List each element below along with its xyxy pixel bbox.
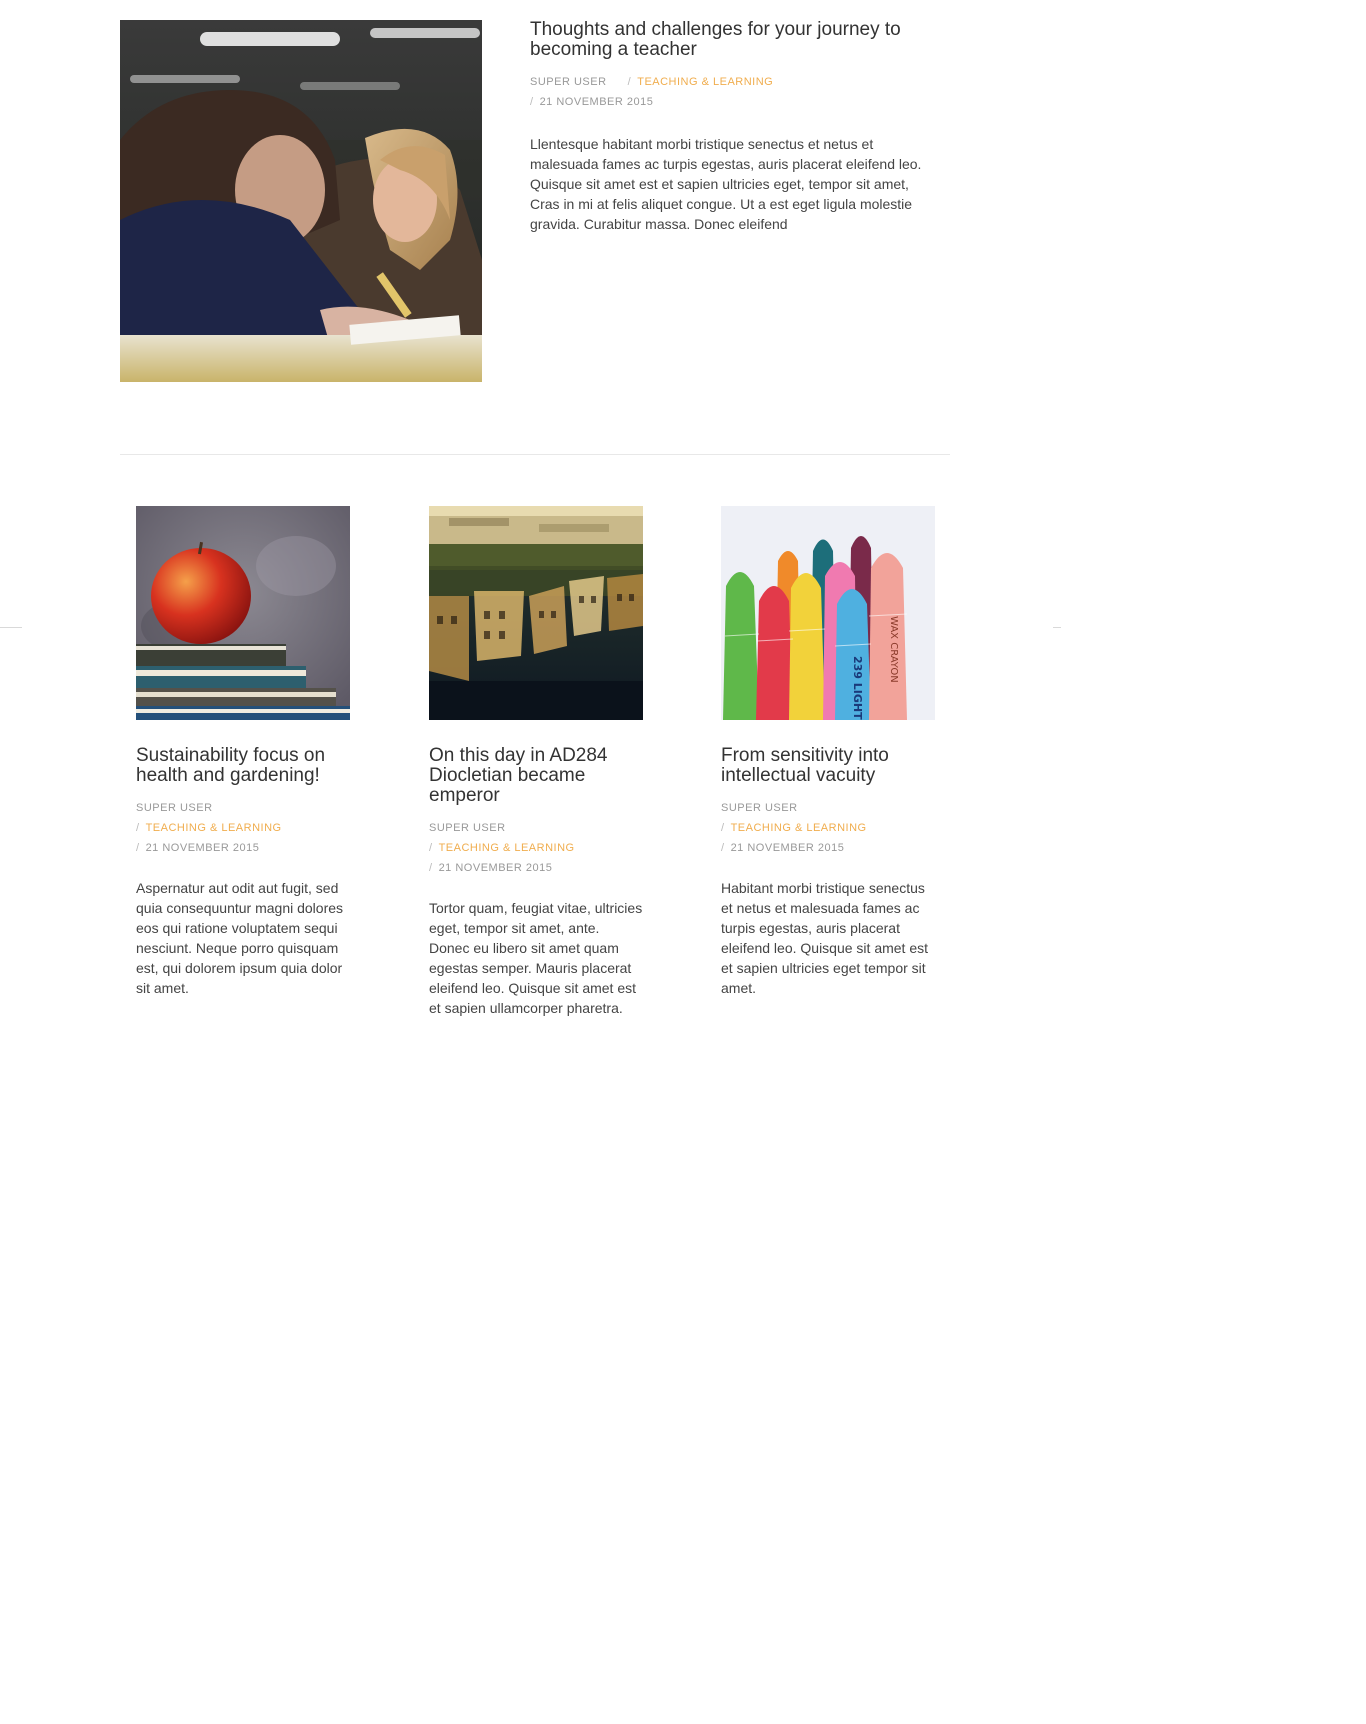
meta-separator: / (136, 842, 140, 854)
article-card-image[interactable] (429, 506, 643, 720)
article-author: SUPER USER (530, 76, 607, 88)
meta-separator: / (429, 842, 433, 854)
meta-separator: / (721, 842, 725, 854)
article-card-intro: Habitant morbi tristique senectus et net… (721, 880, 929, 996)
article-card-intro: Aspernatur aut odit aut fugit, sed quia … (136, 880, 344, 996)
article-date: 21 NOVEMBER 2015 (539, 96, 654, 108)
meta-separator: / (721, 822, 725, 834)
section-divider (120, 454, 950, 455)
river-reflection-photo (429, 506, 643, 720)
right-edge-mark (1053, 627, 1061, 628)
meta-separator: / (530, 96, 534, 108)
wax-crayons-photo: 239 LIGHT WAX CRAYON (721, 506, 935, 720)
featured-article-meta: SUPER USER / TEACHING & LEARNING / 21 NOVE… (530, 72, 940, 112)
article-card-meta: SUPER USER / TEACHING & LEARNING / 21 NOVE… (136, 798, 350, 858)
article-category-link[interactable]: TEACHING & LEARNING (146, 822, 282, 834)
article-card-image[interactable] (136, 506, 350, 720)
meta-separator: / (627, 76, 632, 88)
article-category-link[interactable]: TEACHING & LEARNING (637, 76, 773, 88)
article-date: 21 NOVEMBER 2015 (438, 862, 553, 874)
crayon-label: WAX CRAYON (888, 616, 899, 683)
left-edge-mark (0, 627, 22, 628)
article-date: 21 NOVEMBER 2015 (145, 842, 260, 854)
featured-article-image[interactable] (120, 20, 482, 382)
article-card-title[interactable]: On this day in AD284 Diocletian became e… (429, 746, 643, 806)
article-category-link[interactable]: TEACHING & LEARNING (439, 842, 575, 854)
meta-separator: / (429, 862, 433, 874)
students-writing-photo (120, 20, 482, 382)
article-category-link[interactable]: TEACHING & LEARNING (731, 822, 867, 834)
article-date: 21 NOVEMBER 2015 (730, 842, 845, 854)
article-card-image[interactable]: 239 LIGHT WAX CRAYON (721, 506, 935, 720)
featured-article-title[interactable]: Thoughts and challenges for your journey… (530, 20, 940, 60)
meta-separator: / (136, 822, 140, 834)
article-author: SUPER USER (721, 802, 798, 814)
featured-article-intro: Llentesque habitant morbi tristique sene… (530, 136, 922, 232)
article-card: Sustainability focus on health and garde… (136, 506, 350, 998)
article-author: SUPER USER (429, 822, 506, 834)
article-card: On this day in AD284 Diocletian became e… (429, 506, 643, 1018)
article-card-title[interactable]: From sensitivity into intellectual vacui… (721, 746, 935, 786)
article-card: 239 LIGHT WAX CRAYON From sensitivity in… (721, 506, 935, 998)
crayon-label: 239 LIGHT (851, 656, 864, 720)
article-card-title[interactable]: Sustainability focus on health and garde… (136, 746, 350, 786)
article-card-meta: SUPER USER / TEACHING & LEARNING / 21 NOVE… (429, 818, 643, 878)
apple-on-books-photo (136, 506, 350, 720)
article-card-meta: SUPER USER / TEACHING & LEARNING / 21 NOVE… (721, 798, 935, 858)
article-author: SUPER USER (136, 802, 213, 814)
featured-article-body: Thoughts and challenges for your journey… (530, 20, 940, 234)
article-card-intro: Tortor quam, feugiat vitae, ultricies eg… (429, 900, 643, 1016)
